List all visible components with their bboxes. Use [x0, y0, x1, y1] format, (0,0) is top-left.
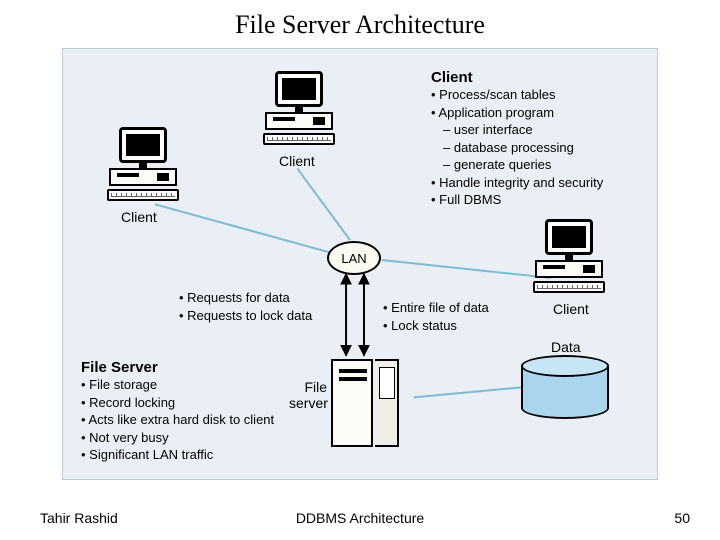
request-notes: Requests for dataRequests to lock data: [179, 289, 339, 324]
lan-node: LAN: [327, 241, 381, 275]
client-label: Client: [121, 209, 157, 225]
list-item: Acts like extra hard disk to client: [81, 411, 291, 429]
data-label: Data: [551, 339, 581, 355]
response-list: Entire file of dataLock status: [383, 299, 533, 334]
lan-label: LAN: [341, 251, 366, 266]
list-item: database processing: [431, 139, 651, 157]
footer-center: DDBMS Architecture: [0, 510, 720, 526]
list-item: user interface: [431, 121, 651, 139]
file-server-label: File server: [289, 379, 327, 411]
list-item: Significant LAN traffic: [81, 446, 291, 464]
file-server-icon: [331, 359, 401, 449]
list-item: Process/scan tables: [431, 86, 651, 104]
client-computer-icon: [529, 219, 609, 299]
list-item: Handle integrity and security: [431, 174, 651, 192]
client-description-list: Process/scan tablesApplication programus…: [431, 86, 651, 209]
footer-page-number: 50: [674, 510, 690, 526]
response-notes: Entire file of dataLock status: [383, 299, 533, 334]
list-item: Requests to lock data: [179, 307, 339, 325]
request-list: Requests for dataRequests to lock data: [179, 289, 339, 324]
list-item: Lock status: [383, 317, 533, 335]
list-item: Requests for data: [179, 289, 339, 307]
client-label: Client: [553, 301, 589, 317]
client-label: Client: [279, 153, 315, 169]
slide: File Server Architecture Client: [0, 0, 720, 540]
client-computer-icon: [259, 71, 339, 151]
file-server-heading: File Server: [81, 359, 291, 376]
client-heading: Client: [431, 69, 651, 86]
list-item: Entire file of data: [383, 299, 533, 317]
architecture-diagram: Client Client Client LAN File server Dat…: [62, 48, 658, 480]
list-item: Full DBMS: [431, 191, 651, 209]
list-item: Application program: [431, 104, 651, 122]
list-item: File storage: [81, 376, 291, 394]
file-server-description: File Server File storageRecord lockingAc…: [81, 359, 291, 464]
slide-title: File Server Architecture: [0, 10, 720, 40]
list-item: Not very busy: [81, 429, 291, 447]
client-description: Client Process/scan tablesApplication pr…: [431, 69, 651, 209]
client-computer-icon: [103, 127, 183, 207]
file-server-list: File storageRecord lockingActs like extr…: [81, 376, 291, 464]
list-item: generate queries: [431, 156, 651, 174]
list-item: Record locking: [81, 394, 291, 412]
data-cylinder-icon: [521, 355, 609, 419]
